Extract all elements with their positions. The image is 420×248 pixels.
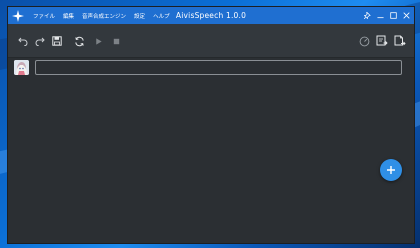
save-icon[interactable]	[50, 34, 64, 48]
toolbar	[8, 24, 414, 58]
close-button[interactable]	[401, 7, 412, 24]
play-icon[interactable]	[91, 34, 105, 48]
editor-area	[8, 58, 414, 243]
add-text-button[interactable]	[380, 159, 402, 181]
menu-bar: ファイル 編集 音声合成エンジン 設定 ヘルプ	[33, 12, 178, 20]
title-bar: ファイル 編集 音声合成エンジン 設定 ヘルプ AivisSpeech 1.0.…	[8, 7, 414, 24]
window-controls	[362, 7, 414, 24]
export-all-icon[interactable]	[375, 34, 389, 48]
character-avatar[interactable]	[14, 60, 29, 75]
pin-icon[interactable]	[362, 7, 373, 24]
sync-icon[interactable]	[72, 34, 86, 48]
undo-icon[interactable]	[16, 34, 30, 48]
menu-engine[interactable]: 音声合成エンジン	[82, 12, 126, 20]
stop-icon[interactable]	[109, 34, 123, 48]
plus-icon	[387, 166, 395, 174]
minimize-button[interactable]	[375, 7, 386, 24]
menu-help[interactable]: ヘルプ	[153, 12, 170, 20]
menu-settings[interactable]: 設定	[134, 12, 145, 20]
text-input[interactable]	[35, 60, 402, 75]
app-window: ファイル 編集 音声合成エンジン 設定 ヘルプ AivisSpeech 1.0.…	[7, 6, 415, 244]
speed-gauge-icon[interactable]	[357, 34, 371, 48]
menu-file[interactable]: ファイル	[33, 12, 55, 20]
menu-edit[interactable]: 編集	[63, 12, 74, 20]
redo-icon[interactable]	[33, 34, 47, 48]
app-logo-icon	[11, 9, 25, 23]
export-selected-icon[interactable]	[393, 34, 407, 48]
maximize-button[interactable]	[388, 7, 399, 24]
